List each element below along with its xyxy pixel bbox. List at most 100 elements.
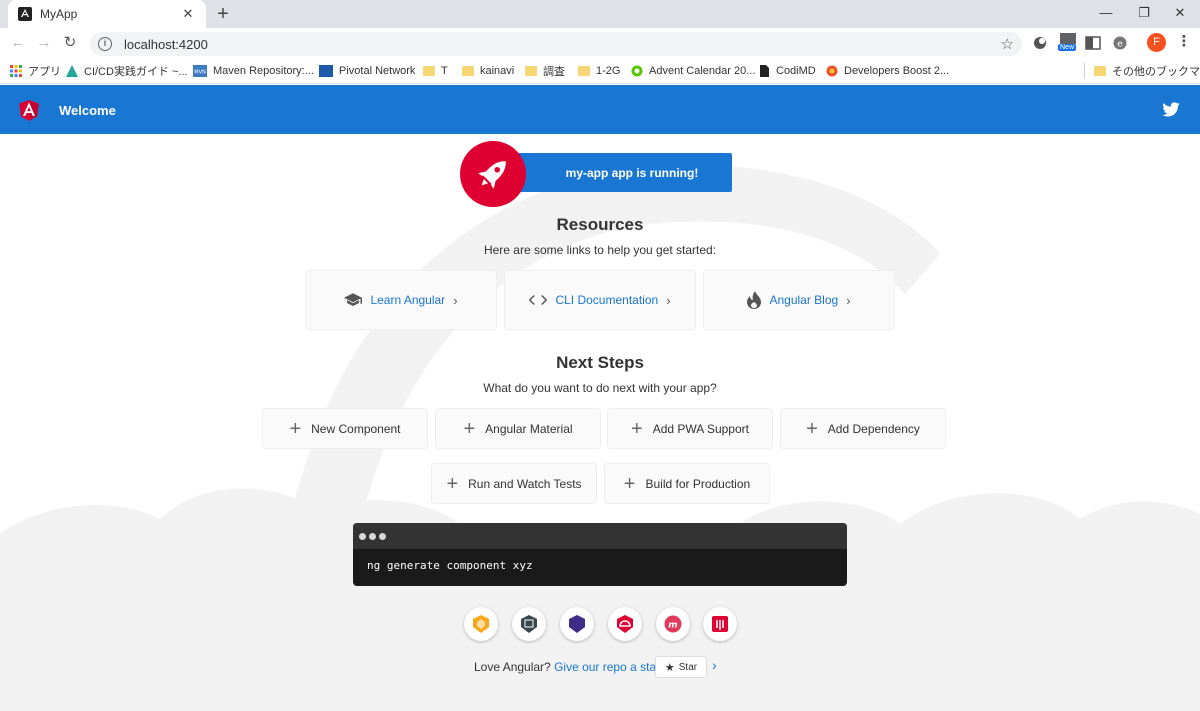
resources-subtitle: Here are some links to help you get star… [483,243,717,257]
document-icon [760,65,769,77]
github-star-button[interactable]: ★ Star [655,656,707,678]
bookmark-folder-chousa[interactable]: 調査 [525,62,565,80]
bookmark-codimd[interactable]: CodiMD [758,62,816,80]
bookmark-label: アプリ [28,66,61,78]
new-component-button[interactable]: + New Component [262,408,428,449]
sidebar-extension-icon[interactable] [1085,35,1101,51]
meetup-link[interactable]: m [656,607,690,641]
footer-love-text: Love Angular? [474,660,551,674]
bookmark-star-icon[interactable]: ☆ [1001,35,1014,53]
plus-icon: + [289,417,302,440]
svg-text:e: e [1117,40,1123,50]
angular-material-button[interactable]: + Angular Material [435,408,601,449]
plus-icon: + [446,472,459,495]
code-icon [529,294,548,306]
chevron-right-icon[interactable]: › [712,657,717,673]
build-for-production-button[interactable]: + Build for Production [604,463,770,504]
restore-icon[interactable]: ❐ [1132,3,1156,23]
back-icon[interactable]: ← [8,34,28,52]
bookmark-label: CodiMD [776,65,816,77]
discord-link[interactable] [703,607,737,641]
toolbar-title: Welcome [59,103,116,118]
angular-blog-link[interactable]: Angular Blog › [703,270,895,330]
folder-icon [1094,66,1106,76]
extension-circle-icon[interactable]: e [1112,35,1128,51]
bookmark-folder-t[interactable]: T [423,62,448,80]
extension-icon[interactable] [1032,35,1048,51]
terminal-dot-icon [379,532,386,540]
window-close-icon[interactable]: ✕ [1168,3,1192,23]
star-label: Star [678,661,698,673]
star-icon: ★ [664,661,675,674]
url-text: localhost:4200 [124,36,208,52]
minimize-icon[interactable]: — [1094,3,1118,23]
card-label: Add Dependency [827,421,920,436]
chevron-right-icon: › [453,292,458,308]
next-steps-title: Next Steps [556,353,644,372]
tab-close-icon[interactable]: ✕ [180,6,196,22]
plus-icon: + [806,417,818,440]
address-bar[interactable]: i localhost:4200 ☆ [90,32,1022,56]
reload-icon[interactable]: ↻ [60,34,80,52]
bookmark-folder-12g[interactable]: 1-2G [578,62,620,80]
chevron-right-icon: › [846,292,851,308]
new-extension[interactable]: New [1058,32,1078,54]
pivotal-icon [319,65,333,77]
triangle-icon [66,65,78,77]
running-text: my-app app is running! [512,153,732,192]
rocket-icon [478,161,506,189]
cli-documentation-link[interactable]: CLI Documentation › [504,270,696,330]
angular-logo-icon [19,100,39,121]
folder-icon [462,66,474,76]
footer: Love Angular? Give our repo a star. ★ St… [0,656,1200,678]
tab-title: MyApp [40,7,78,21]
bookmark-cicd[interactable]: CI/CD実践ガイド ~... [66,62,188,80]
add-pwa-support-button[interactable]: + Add PWA Support [607,408,773,449]
bookmarks-bar: アプリ CI/CD実践ガイド ~... MVN Maven Repository… [0,58,1200,84]
bookmark-label: その他のブックマーク [1112,66,1200,78]
resources-title: Resources [556,215,644,234]
animations-icon [473,615,489,633]
twitter-icon[interactable] [1160,99,1182,119]
bookmark-devboost[interactable]: Developers Boost 2... [826,62,949,80]
next-steps-subtitle: What do you want to do next with your ap… [483,381,717,395]
school-icon [344,293,363,306]
card-label: Angular Blog [769,293,839,307]
animations-link[interactable] [464,607,498,641]
run-and-watch-tests-button[interactable]: + Run and Watch Tests [431,463,597,504]
browser-toolbar: ← → ↻ i localhost:4200 ☆ New e F ⋮ [0,28,1200,58]
bookmark-pivotal[interactable]: Pivotal Network [319,62,415,80]
cli-icon [521,615,537,633]
augury-link[interactable] [560,607,594,641]
bookmark-label: Developers Boost 2... [844,65,950,77]
card-label: New Component [311,421,401,436]
give-star-link[interactable]: Give our repo a star. [554,660,663,674]
card-label: Build for Production [645,476,751,491]
browser-tab[interactable]: MyApp ✕ [8,0,206,28]
info-icon[interactable]: i [98,37,112,51]
ng-deck-icon [712,616,728,632]
terminal-command: ng generate component xyz [367,559,533,572]
bookmarks-divider [1084,63,1085,79]
cli-link[interactable] [512,607,546,641]
profile-avatar[interactable]: F [1147,33,1166,52]
add-dependency-button[interactable]: + Add Dependency [780,408,946,449]
bookmark-label: CI/CD実践ガイド ~... [84,66,188,78]
card-label: Learn Angular [370,293,446,307]
chevron-right-icon: › [666,292,671,308]
bookmark-maven[interactable]: MVN Maven Repository:... [193,62,314,80]
card-label: Run and Watch Tests [468,476,582,491]
learn-angular-link[interactable]: Learn Angular › [305,270,497,330]
menu-kebab-icon[interactable]: ⋮ [1174,33,1194,51]
footer-text: Love Angular? Give our repo a star. [474,660,663,674]
bookmark-advent[interactable]: Advent Calendar 20... [631,62,755,80]
bookmark-other[interactable]: その他のブックマーク [1094,62,1200,80]
new-badge: New [1058,44,1077,51]
bookmark-folder-kainavi[interactable]: kainavi [462,62,514,80]
protractor-link[interactable] [608,607,642,641]
bookmark-apps[interactable]: アプリ [10,62,61,80]
new-tab-button[interactable]: + [214,3,232,25]
forward-icon[interactable]: → [34,34,54,52]
terminal-header [353,523,847,549]
terminal-dot-icon [359,532,366,540]
